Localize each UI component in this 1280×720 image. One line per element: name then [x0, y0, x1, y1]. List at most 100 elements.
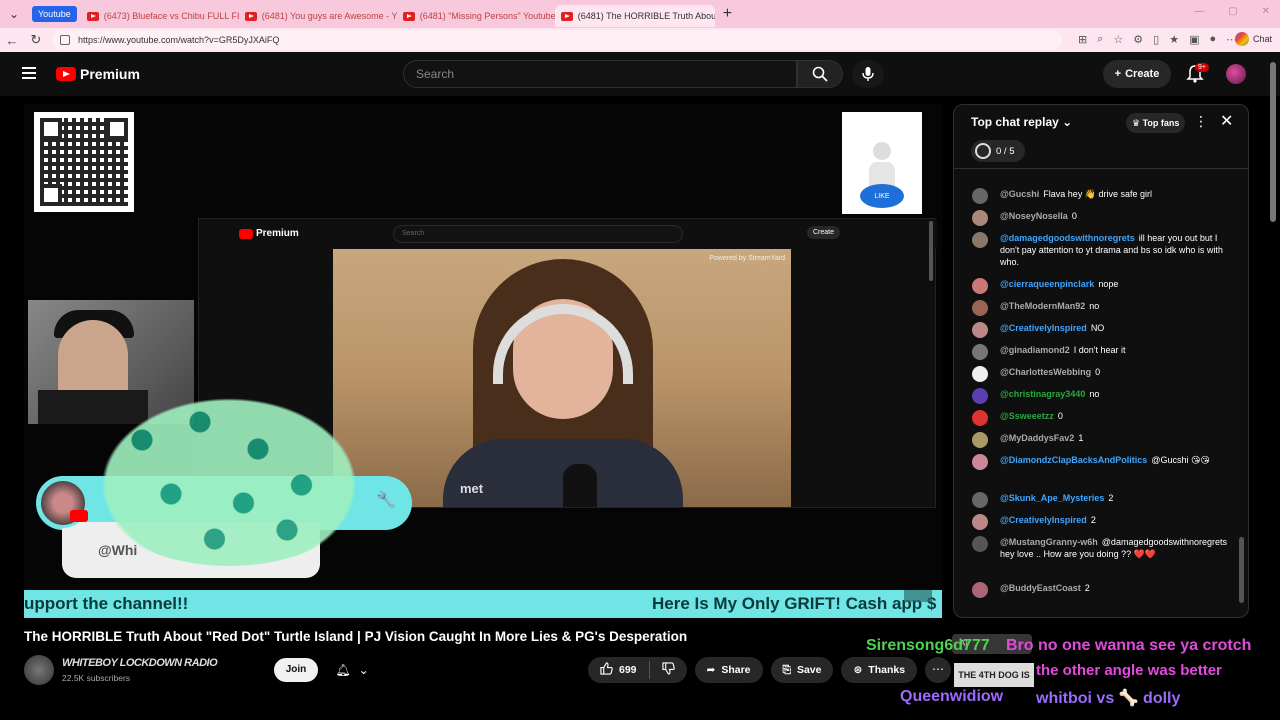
chat-message: @Ssweeetzz 0	[954, 407, 1240, 429]
inner-create-button: Create	[807, 226, 841, 239]
user-avatar	[972, 366, 988, 382]
browser-tab[interactable]: (6481) You guys are Awesome - Yo✕	[239, 5, 397, 27]
favorite-icon[interactable]: ☆	[1113, 33, 1123, 46]
like-button[interactable]	[600, 662, 613, 678]
notification-badge: 9+	[1195, 63, 1209, 72]
bell-icon: 🔔︎	[335, 663, 351, 677]
share-icon: ➦	[706, 664, 716, 676]
zoom-icon[interactable]: ⌕	[1097, 33, 1103, 46]
search-input[interactable]: Search	[403, 60, 797, 88]
site-info-icon[interactable]	[60, 35, 70, 45]
user-avatar	[972, 388, 988, 404]
voice-search-button[interactable]	[852, 60, 884, 88]
window-controls: — ▢ ✕	[1194, 6, 1270, 17]
more-actions-icon[interactable]: ⋯	[925, 657, 952, 683]
like-button-figure-image: LIKE	[842, 112, 922, 214]
thumbs-down-icon	[661, 662, 675, 675]
chat-header: Top chat replay ⌄ ♛ Top fans ⋮ ✕ 0 / 5	[954, 105, 1248, 169]
minimize-icon[interactable]: —	[1194, 6, 1204, 17]
extensions-icon[interactable]: ⚙	[1133, 33, 1143, 46]
channel-name[interactable]: WHITEBOY LOCKDOWN RADIO	[62, 657, 218, 669]
youtube-logo[interactable]: Premium	[56, 66, 140, 82]
chat-message: @CreativelyInspired 2	[954, 511, 1240, 533]
inner-search-bar: Search	[393, 225, 683, 243]
browser-tab[interactable]: (6473) Blueface vs Chibu FULL FIGHT✕	[81, 5, 239, 27]
search-icon	[812, 66, 828, 82]
channel-avatar[interactable]	[24, 655, 54, 685]
close-chat-icon[interactable]: ✕	[1220, 111, 1233, 131]
user-avatar	[972, 582, 988, 598]
chat-options-icon[interactable]: ⋮	[1194, 113, 1208, 130]
user-avatar	[972, 210, 988, 226]
overlay-thumbnail: THE 4TH DOG IS	[954, 663, 1034, 687]
video-player[interactable]: LIKE Premium Search Create Powered by St…	[24, 104, 942, 620]
subscribed-bell-button[interactable]: 🔔︎ ⌄	[326, 658, 378, 682]
subscriber-count: 22.5K subscribers	[62, 673, 131, 683]
close-window-icon[interactable]: ✕	[1262, 6, 1270, 17]
chat-message: @damagedgoodswithnoregrets ill hear you o…	[954, 229, 1240, 275]
overlay-chat-text: Bro no one wanna see ya crotch	[1006, 637, 1252, 654]
microphone-icon	[862, 67, 874, 81]
back-button[interactable]: ←	[0, 33, 24, 48]
browser-tab-active[interactable]: (6481) The HORRIBLE Truth About✕	[554, 5, 715, 27]
chevron-down-icon: ⌄	[1062, 115, 1073, 129]
address-bar: ← ↻ https://www.youtube.com/watch?v=GR5D…	[0, 28, 1280, 52]
tab-search-icon[interactable]: ⌄	[0, 0, 28, 28]
live-chat-panel: Top chat replay ⌄ ♛ Top fans ⋮ ✕ 0 / 5 @…	[953, 104, 1249, 618]
like-dislike-group: 699	[588, 657, 687, 683]
url-field[interactable]: https://www.youtube.com/watch?v=GR5DyJXA…	[52, 30, 1062, 50]
user-avatar	[972, 492, 988, 508]
menu-icon[interactable]	[22, 67, 36, 79]
user-avatar	[972, 322, 988, 338]
goal-ring-icon	[975, 143, 991, 159]
clover-bowl-overlay	[84, 386, 374, 566]
create-button[interactable]: + Create	[1103, 60, 1171, 88]
chat-goal-progress[interactable]: 0 / 5	[971, 140, 1025, 162]
split-screen-icon[interactable]: ▯	[1153, 33, 1159, 46]
youtube-badge-icon	[70, 510, 88, 522]
favorites-bar-icon[interactable]: ★	[1169, 33, 1179, 46]
reload-button[interactable]: ↻	[24, 32, 48, 48]
account-avatar[interactable]	[1226, 64, 1246, 84]
chat-message: @DiamondzClapBacksAndPolitics @Gucshi 😘😘	[954, 451, 1240, 489]
qr-code	[34, 112, 134, 212]
tab-group-youtube[interactable]: Youtube	[32, 6, 77, 22]
maximize-icon[interactable]: ▢	[1228, 6, 1237, 17]
copilot-icon	[1234, 32, 1249, 46]
user-avatar	[972, 432, 988, 448]
chat-message: @ginadiamond2 I don't hear it	[954, 341, 1240, 363]
inner-youtube-logo: Premium	[239, 228, 299, 239]
thanks-button[interactable]: ⊛ Thanks	[841, 657, 918, 683]
chat-scrollbar[interactable]	[1239, 537, 1244, 603]
profile-icon[interactable]: ●	[1209, 33, 1216, 46]
new-tab-button[interactable]: +	[723, 5, 732, 23]
youtube-header: Premium Search + Create 9+	[0, 52, 1280, 96]
apps-icon[interactable]: ⊞	[1078, 33, 1087, 46]
search-button[interactable]	[797, 60, 843, 88]
collections-icon[interactable]: ▣	[1189, 33, 1199, 46]
copilot-chat-button[interactable]: Chat	[1234, 32, 1272, 46]
youtube-icon	[244, 11, 257, 21]
chat-message: @NoseyNosella 0	[954, 207, 1240, 229]
dislike-button[interactable]	[661, 662, 675, 678]
video-title: The HORRIBLE Truth About "Red Dot" Turtl…	[24, 629, 688, 644]
chat-mode-dropdown[interactable]: Top chat replay ⌄	[971, 115, 1072, 129]
chat-message: @Skunk_Ape_Mysteries 2	[954, 489, 1240, 511]
join-button[interactable]: Join	[274, 658, 318, 682]
youtube-icon	[86, 11, 99, 21]
youtube-icon	[402, 11, 415, 21]
save-button[interactable]: ⎘ Save	[770, 657, 834, 683]
chat-message: @christinagray3440 no	[954, 385, 1240, 407]
browser-tab-bar: ⌄ Youtube (6473) Blueface vs Chibu FULL …	[0, 0, 1280, 28]
user-avatar	[972, 514, 988, 530]
browser-tab[interactable]: (6481) "Missing Persons" Youtube✕	[397, 5, 555, 27]
share-button[interactable]: ➦ Share	[694, 657, 763, 683]
inner-scrollbar	[929, 221, 933, 281]
chat-message: @CreativelyInspired NO	[954, 319, 1240, 341]
wrench-icon: 🔧	[376, 492, 396, 509]
user-avatar	[972, 300, 988, 316]
top-fans-button[interactable]: ♛ Top fans	[1126, 113, 1186, 133]
user-avatar	[972, 454, 988, 470]
page-scrollbar[interactable]	[1270, 62, 1276, 222]
user-avatar	[972, 188, 988, 204]
